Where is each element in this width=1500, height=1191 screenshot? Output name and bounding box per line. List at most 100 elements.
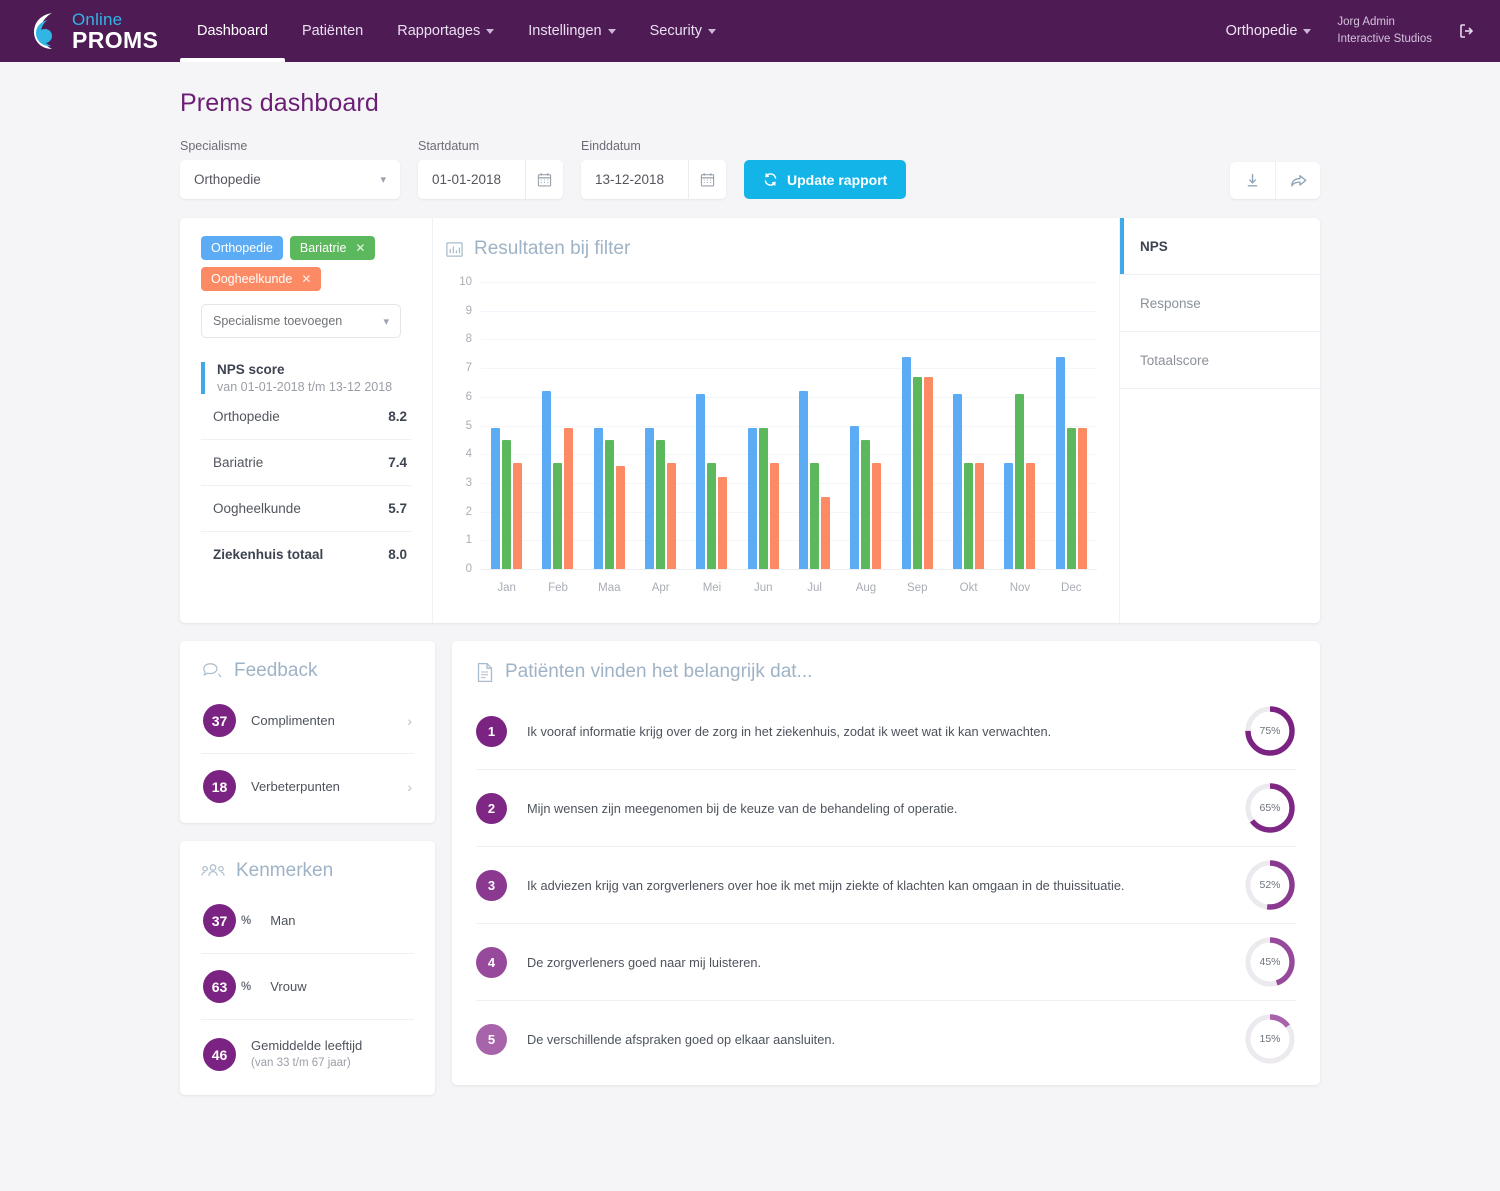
- bar[interactable]: [718, 477, 728, 569]
- bar[interactable]: [953, 393, 963, 569]
- brand-logo-block[interactable]: Online PROMS: [0, 0, 158, 62]
- bar[interactable]: [615, 465, 625, 569]
- bar[interactable]: [872, 462, 882, 569]
- bar[interactable]: [1026, 462, 1036, 569]
- chip-label: Oogheelkunde: [211, 272, 293, 286]
- brand-line-2: PROMS: [72, 26, 159, 53]
- nav-label: Rapportages: [397, 23, 481, 39]
- specialty-selector-label: Orthopedie: [1225, 23, 1298, 39]
- score-value: 7.4: [388, 455, 407, 470]
- chip-label: Bariatrie: [299, 241, 347, 255]
- chip-oogheelkunde[interactable]: Oogheelkunde ✕: [201, 267, 322, 291]
- remove-chip-icon[interactable]: ✕: [355, 241, 365, 255]
- tab-nps[interactable]: NPS: [1120, 218, 1320, 275]
- bar[interactable]: [923, 376, 933, 569]
- chip-bariatrie[interactable]: Bariatrie ✕: [289, 236, 376, 260]
- question-rank-badge: 3: [476, 869, 507, 901]
- bar[interactable]: [667, 462, 677, 569]
- question-progress-donut: 15%: [1244, 1013, 1296, 1065]
- bar[interactable]: [975, 462, 985, 569]
- user-info[interactable]: Jorg Admin Interactive Studios: [1337, 14, 1432, 47]
- nav-item-rapportages[interactable]: Rapportages: [380, 0, 511, 62]
- proms-logo-icon: [30, 11, 64, 51]
- share-icon[interactable]: [1275, 162, 1320, 199]
- nav-item-security[interactable]: Security: [633, 0, 733, 62]
- bar[interactable]: [747, 428, 757, 569]
- specialty-selector[interactable]: Orthopedie: [1226, 23, 1312, 39]
- add-specialty-select[interactable]: Specialisme toevoegen ▾: [201, 304, 401, 338]
- bar[interactable]: [1077, 428, 1087, 569]
- bar[interactable]: [564, 428, 574, 569]
- nav-item-patienten[interactable]: Patiënten: [285, 0, 380, 62]
- score-label: Ziekenhuis totaal: [213, 547, 324, 562]
- remove-chip-icon[interactable]: ✕: [301, 272, 311, 286]
- bar[interactable]: [850, 425, 860, 569]
- nps-score-title: NPS score: [217, 362, 285, 377]
- score-value: 8.2: [388, 409, 407, 424]
- bar[interactable]: [604, 439, 614, 569]
- bar[interactable]: [799, 391, 809, 569]
- bar[interactable]: [491, 428, 501, 569]
- bar[interactable]: [645, 428, 655, 569]
- chip-orthopedie[interactable]: Orthopedie: [201, 236, 283, 260]
- feedback-item-verbeterpunten[interactable]: 18 Verbeterpunten ›: [201, 754, 414, 819]
- chevron-down-icon: [708, 28, 716, 34]
- tab-totaalscore[interactable]: Totaalscore: [1120, 332, 1320, 389]
- chart-title: Resultaten bij filter: [474, 238, 631, 259]
- bar-group: [635, 282, 686, 569]
- nav-item-instellingen[interactable]: Instellingen: [511, 0, 632, 62]
- bar[interactable]: [758, 428, 768, 569]
- bar[interactable]: [769, 462, 779, 569]
- bar[interactable]: [593, 428, 603, 569]
- calendar-icon[interactable]: [688, 160, 726, 199]
- people-icon: [201, 862, 225, 880]
- score-label: Oogheelkunde: [213, 501, 301, 516]
- bar-group: [840, 282, 891, 569]
- bar[interactable]: [553, 462, 563, 569]
- bar[interactable]: [656, 439, 666, 569]
- bar[interactable]: [707, 462, 717, 569]
- filter-bar: Specialisme Orthopedie ▾ Startdatum 01-0…: [180, 139, 1320, 199]
- question-progress-donut: 45%: [1244, 936, 1296, 988]
- question-text: De zorgverleners goed naar mij luisteren…: [527, 954, 762, 970]
- feedback-item-complimenten[interactable]: 37 Complimenten ›: [201, 688, 414, 754]
- einddatum-input[interactable]: 13-12-2018: [581, 160, 726, 199]
- bar[interactable]: [1066, 428, 1076, 569]
- nav-right-group: Orthopedie Jorg Admin Interactive Studio…: [1226, 0, 1500, 62]
- startdatum-input[interactable]: 01-01-2018: [418, 160, 563, 199]
- question-progress-donut: 65%: [1244, 782, 1296, 834]
- bar[interactable]: [912, 376, 922, 569]
- calendar-icon[interactable]: [525, 160, 563, 199]
- bar[interactable]: [1055, 356, 1065, 569]
- bar[interactable]: [810, 462, 820, 569]
- bar[interactable]: [861, 439, 871, 569]
- bar[interactable]: [821, 497, 831, 569]
- kenmerk-sublabel: (van 33 t/m 67 jaar): [251, 1057, 351, 1069]
- score-label: Bariatrie: [213, 455, 264, 470]
- bar[interactable]: [1004, 462, 1014, 569]
- bar-group: [532, 282, 583, 569]
- main-results-row: Orthopedie Bariatrie ✕ Oogheelkunde ✕ Sp…: [180, 218, 1320, 623]
- bar[interactable]: [901, 356, 911, 569]
- bar[interactable]: [502, 439, 512, 569]
- nav-item-dashboard[interactable]: Dashboard: [180, 0, 285, 62]
- specialisme-select[interactable]: Orthopedie ▾: [180, 160, 400, 199]
- bar[interactable]: [1015, 393, 1025, 569]
- download-icon[interactable]: [1230, 162, 1275, 199]
- logout-icon[interactable]: [1458, 22, 1476, 40]
- bar[interactable]: [542, 391, 552, 569]
- score-label: Orthopedie: [213, 409, 280, 424]
- startdatum-field: Startdatum 01-01-2018: [418, 139, 563, 199]
- tab-response[interactable]: Response: [1120, 275, 1320, 332]
- bar[interactable]: [513, 462, 523, 569]
- chevron-down-icon: [486, 28, 495, 34]
- bar-group: [686, 282, 737, 569]
- nav-label: Security: [649, 23, 702, 39]
- question-rank-badge: 4: [476, 946, 507, 978]
- chart-x-axis-labels: Jan Feb Maa Apr Mei Jun Jul Aug Sep Okt Nov Dec: [481, 582, 1097, 594]
- update-rapport-button[interactable]: Update rapport: [744, 160, 907, 199]
- questions-title: Patiënten vinden het belangrijk dat...: [505, 661, 813, 682]
- bar[interactable]: [964, 462, 974, 569]
- score-row: Bariatrie 7.4: [201, 440, 411, 486]
- bar[interactable]: [696, 393, 706, 569]
